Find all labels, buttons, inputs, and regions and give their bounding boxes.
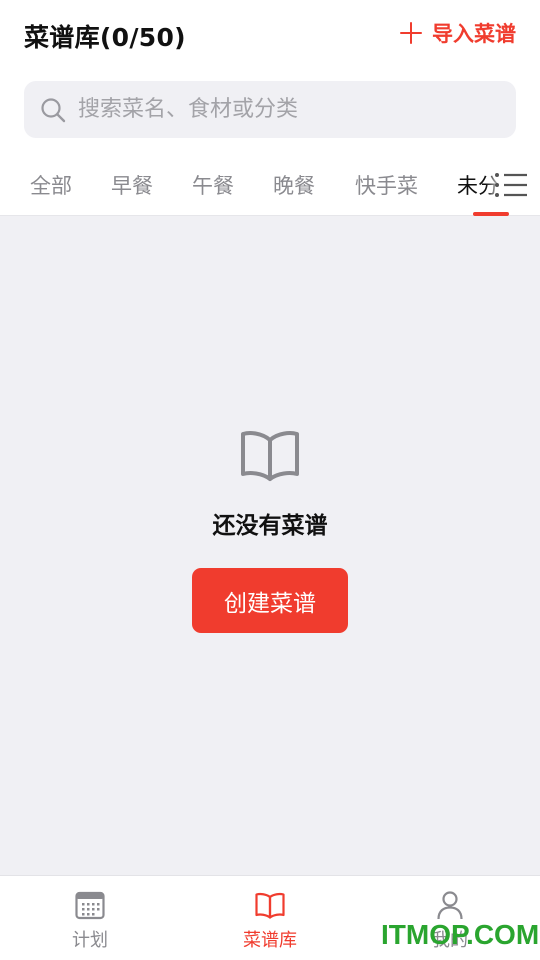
empty-state-message: 还没有菜谱 — [212, 513, 328, 539]
tab-breakfast[interactable]: 早餐 — [111, 170, 153, 200]
import-recipe-button[interactable]: 导入菜谱 — [400, 18, 516, 48]
watermark-logo: ITMOP.COM — [381, 919, 540, 950]
active-tab-indicator — [473, 212, 509, 216]
open-book-icon — [241, 431, 299, 481]
tab-all[interactable]: 全部 — [30, 170, 72, 200]
user-icon — [437, 891, 463, 920]
tab-quick-dishes[interactable]: 快手菜 — [355, 170, 418, 200]
search-bar[interactable] — [24, 81, 516, 138]
page-title: 菜谱库(0/50) — [24, 23, 186, 52]
category-tabs: 全部 早餐 午餐 晚餐 快手菜 未分 — [0, 162, 540, 216]
import-recipe-label: 导入菜谱 — [432, 22, 516, 46]
nav-recipe-library-label: 菜谱库 — [243, 930, 297, 951]
nav-plan-label: 计划 — [72, 930, 108, 951]
plus-icon — [400, 22, 422, 44]
search-icon — [41, 97, 66, 122]
create-recipe-button[interactable]: 创建菜谱 — [192, 568, 348, 633]
search-input[interactable] — [78, 97, 498, 122]
calendar-icon — [75, 891, 105, 920]
book-icon — [255, 892, 285, 919]
tab-lunch[interactable]: 午餐 — [192, 170, 234, 200]
nav-plan[interactable]: 计划 — [0, 876, 180, 960]
category-menu-icon[interactable] — [494, 172, 528, 198]
top-bar: 菜谱库(0/50) 导入菜谱 全部 早餐 午餐 晚餐 快手菜 未分 — [0, 0, 540, 216]
nav-recipe-library[interactable]: 菜谱库 — [180, 876, 360, 960]
tab-dinner[interactable]: 晚餐 — [273, 170, 315, 200]
